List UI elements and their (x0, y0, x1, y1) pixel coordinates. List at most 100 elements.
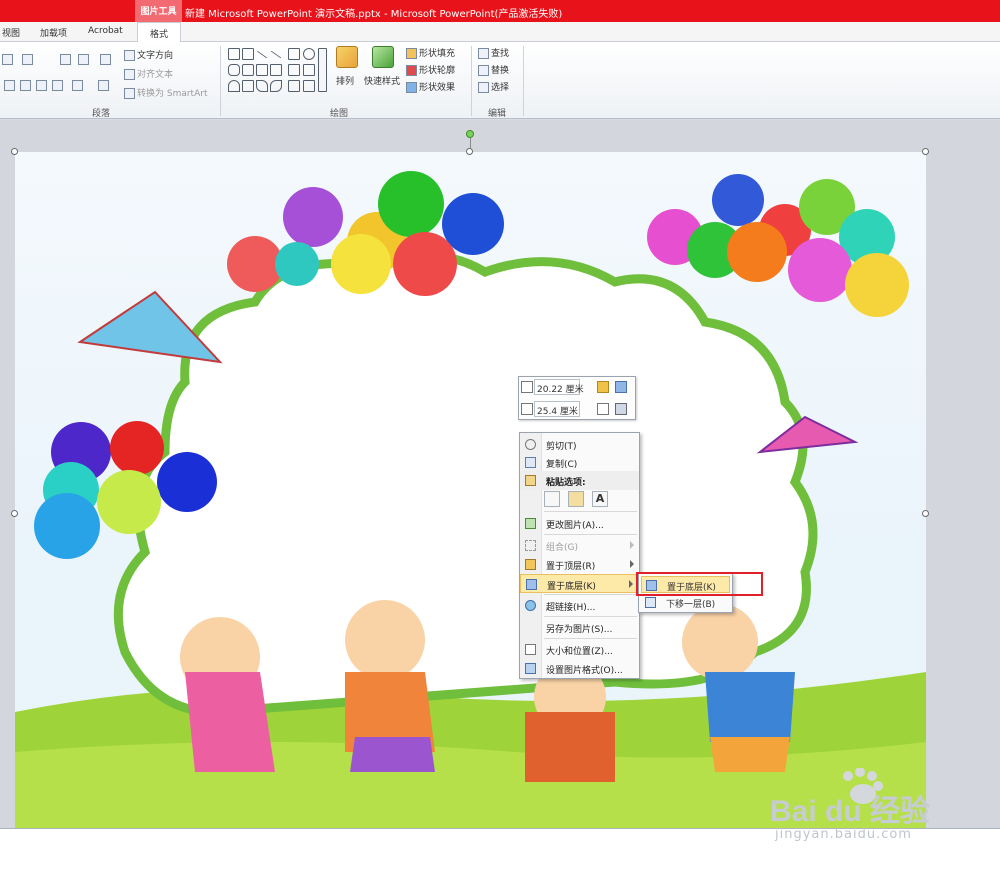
arrow-line-shape-icon[interactable] (270, 50, 282, 59)
align-left-button[interactable] (4, 80, 17, 91)
convert-smartart-button[interactable]: 转换为 SmartArt (124, 86, 207, 99)
curved-connector-shape-icon[interactable] (270, 64, 282, 76)
tab-addins[interactable]: 加载项 (40, 26, 67, 39)
align-text-button[interactable]: 对齐文本 (124, 67, 173, 80)
submenu-item-send-backward[interactable]: 下移一层(B) (641, 594, 730, 611)
menu-item-format-picture[interactable]: 设置图片格式(O)... (520, 659, 639, 678)
shape-effects-icon (406, 82, 417, 93)
align-right-button[interactable] (36, 80, 49, 91)
paste-keep-text-only-button[interactable]: A (592, 491, 608, 507)
kid-face (682, 604, 758, 680)
menu-item-bring-to-front[interactable]: 置于顶层(R) (520, 555, 639, 574)
paste-use-destination-theme-button[interactable] (544, 491, 560, 507)
resize-handle-top-left[interactable] (11, 148, 18, 155)
columns-button[interactable] (98, 80, 111, 91)
menu-item-save-as-picture[interactable]: 另存为图片(S)... (520, 618, 639, 637)
height-input[interactable]: 20.22 厘米 (534, 379, 584, 395)
brace-left-shape-icon[interactable] (288, 80, 300, 92)
align-text-label: 对齐文本 (137, 70, 174, 80)
balloon (845, 253, 909, 317)
select-button[interactable]: 选择 (478, 80, 509, 93)
balloon (442, 193, 504, 255)
menu-item-group[interactable]: 组合(G) (520, 536, 639, 555)
rounded-rectangle-shape-icon[interactable] (228, 64, 240, 76)
width-input[interactable]: 25.4 厘米 (534, 401, 580, 417)
textbox-shape-icon[interactable] (228, 48, 240, 60)
align-left-icon (4, 80, 15, 91)
shape-outline-button[interactable]: 形状轮廓 (406, 63, 455, 76)
align-center-icon (20, 80, 31, 91)
find-button[interactable]: 查找 (478, 46, 509, 59)
line-spacing-button[interactable] (100, 54, 113, 65)
distribute-button[interactable] (72, 80, 85, 91)
paste-as-picture-button[interactable] (568, 491, 584, 507)
triangle-shape-icon[interactable] (242, 64, 254, 76)
menu-item-cut[interactable]: 剪切(T) (520, 435, 639, 454)
resize-handle-top-right[interactable] (922, 148, 929, 155)
balloon (283, 187, 343, 247)
menu-item-size-position[interactable]: 大小和位置(Z)... (520, 640, 639, 659)
paste-buttons-row: A (544, 491, 634, 509)
tab-format[interactable]: 格式 (137, 22, 181, 42)
quick-styles-button[interactable]: 快速样式 (364, 74, 400, 87)
numbering-button[interactable] (22, 54, 35, 65)
rotation-handle[interactable] (466, 130, 474, 138)
menu-item-send-to-back[interactable]: 置于底层(K) (520, 574, 639, 593)
resize-handle-top[interactable] (466, 148, 473, 155)
shapes-gallery-scroll[interactable] (318, 48, 327, 92)
menu-item-change-picture[interactable]: 更改图片(A)... (520, 514, 639, 533)
text-direction-button[interactable]: 文字方向 (124, 48, 173, 61)
justify-button[interactable] (52, 80, 65, 91)
freeform-shape-icon[interactable] (256, 80, 268, 92)
star-shape-icon[interactable] (242, 80, 254, 92)
rectangle-shape-icon[interactable] (288, 48, 300, 60)
drawing-group-label: 绘图 (330, 109, 349, 119)
bring-forward-icon[interactable] (597, 381, 609, 393)
kid-skirt (350, 737, 435, 772)
elbow-connector-shape-icon[interactable] (256, 64, 268, 76)
resize-handle-left[interactable] (11, 510, 18, 517)
increase-indent-button[interactable] (78, 54, 91, 65)
arc-shape-icon[interactable] (228, 80, 240, 92)
line-shape-icon[interactable] (256, 50, 268, 59)
line-spacing-icon (100, 54, 111, 65)
replace-button[interactable]: 替换 (478, 63, 509, 76)
arrange-button[interactable]: 排列 (336, 74, 354, 87)
tab-acrobat[interactable]: Acrobat (88, 26, 123, 36)
menu-item-copy[interactable]: 复制(C) (520, 453, 639, 472)
resize-handle-right[interactable] (922, 510, 929, 517)
baidu-watermark: Bai du 经验 (770, 767, 980, 828)
bullets-button[interactable] (2, 54, 15, 65)
mini-toolbar: 20.22 厘米 25.4 厘米 (518, 376, 636, 420)
decrease-indent-button[interactable] (60, 54, 73, 65)
crop-icon[interactable] (597, 403, 609, 415)
balloon (378, 171, 444, 237)
height-icon (521, 381, 533, 393)
tab-view[interactable]: 视图 (2, 26, 20, 39)
down-arrow-shape-icon[interactable] (303, 64, 315, 76)
oval-shape-icon[interactable] (303, 48, 315, 60)
curve-shape-icon[interactable] (270, 80, 282, 92)
vertical-textbox-shape-icon[interactable] (242, 48, 254, 60)
send-backward-icon[interactable] (615, 381, 627, 393)
size-position-icon (525, 644, 536, 655)
convert-smartart-label: 转换为 SmartArt (137, 89, 208, 99)
align-center-button[interactable] (20, 80, 33, 91)
menu-item-group-label: 组合(G) (546, 543, 578, 553)
quick-styles-label: 快速样式 (364, 77, 401, 87)
brace-right-shape-icon[interactable] (303, 80, 315, 92)
group-separator (220, 46, 221, 116)
menu-item-hyperlink-label: 超链接(H)... (546, 603, 596, 613)
group-separator (523, 46, 524, 116)
arrange-icon (336, 46, 358, 68)
menu-separator (544, 616, 637, 617)
right-arrow-shape-icon[interactable] (288, 64, 300, 76)
menu-item-hyperlink[interactable]: 超链接(H)... (520, 596, 639, 615)
shape-effects-button[interactable]: 形状效果 (406, 80, 455, 93)
group-icon (525, 540, 536, 551)
shape-fill-button[interactable]: 形状填充 (406, 46, 455, 59)
slide-picture[interactable] (15, 152, 926, 829)
balloon (788, 238, 852, 302)
decrease-indent-icon (60, 54, 71, 65)
picture-styles-icon[interactable] (615, 403, 627, 415)
